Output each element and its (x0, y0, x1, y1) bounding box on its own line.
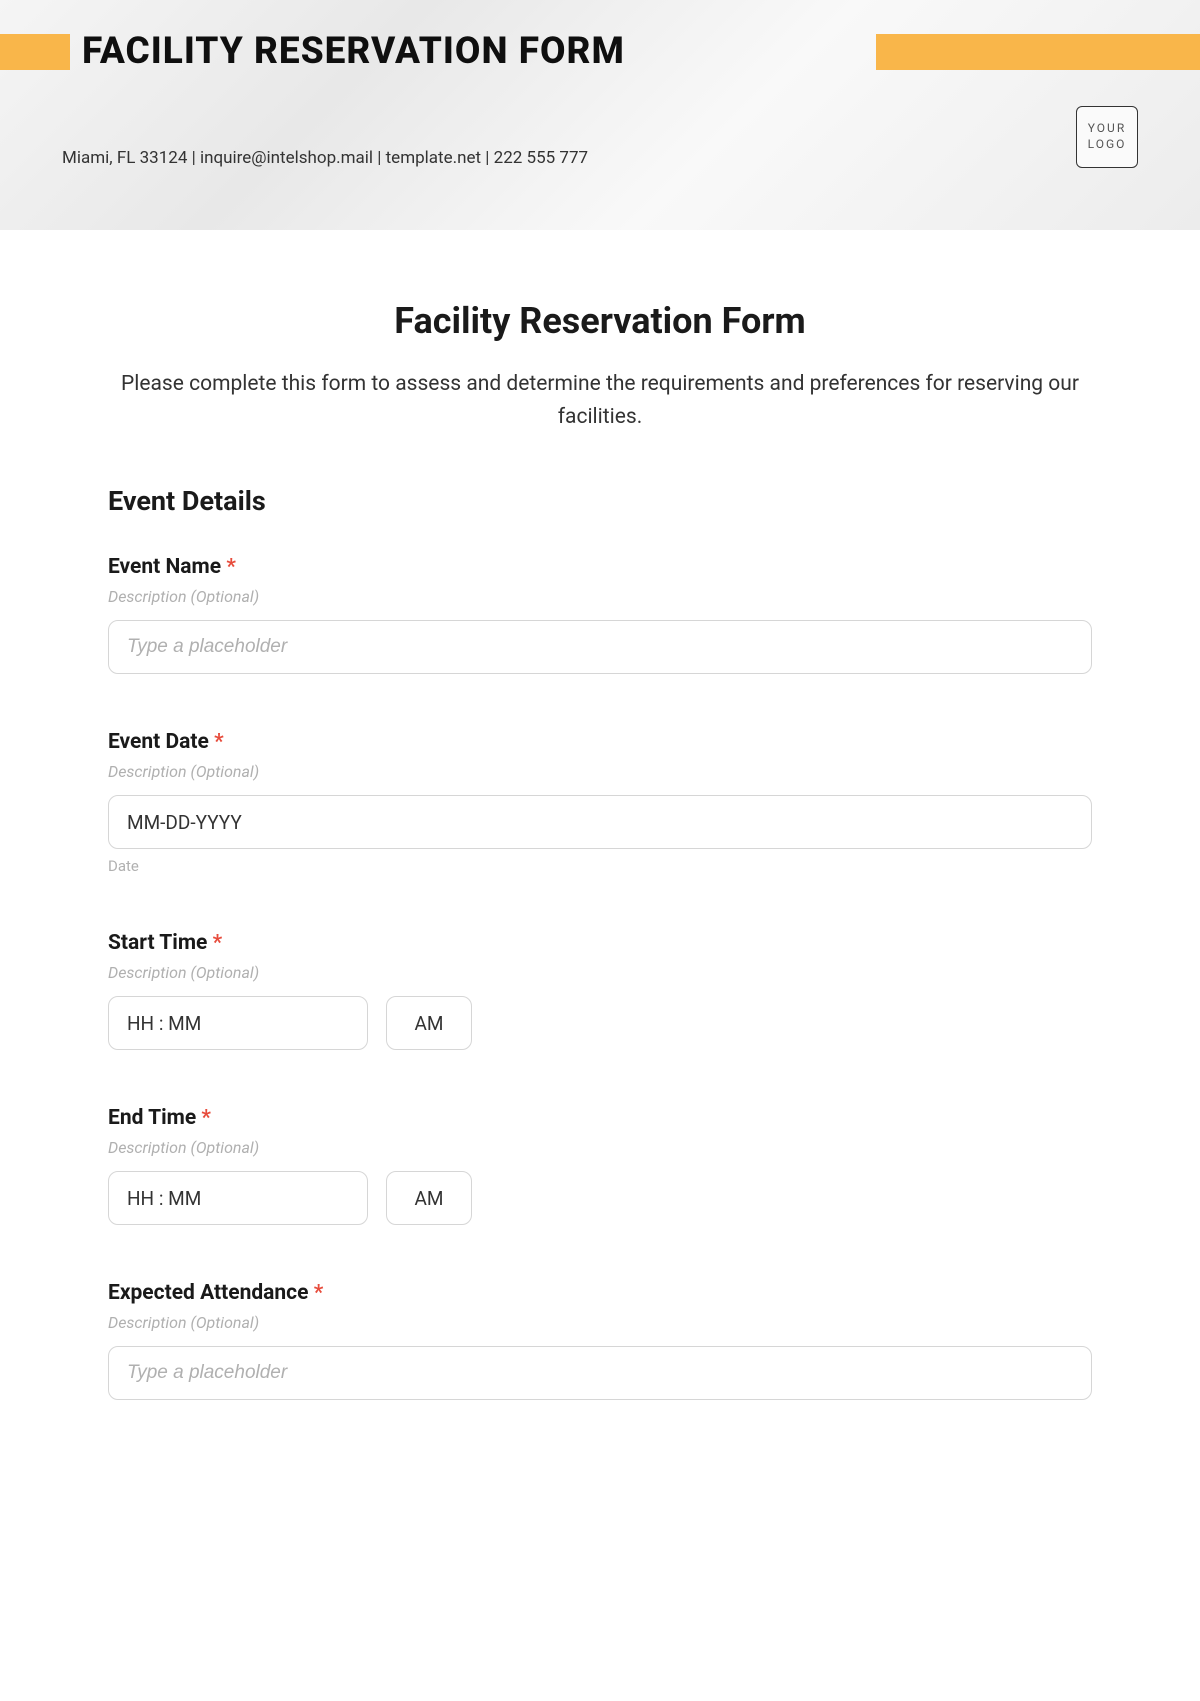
event-date-sublabel: Date (108, 857, 1092, 875)
end-time-row: HH : MM AM (108, 1171, 1092, 1225)
start-time-ampm-value: AM (415, 1012, 444, 1035)
event-name-input[interactable] (108, 620, 1092, 674)
start-time-ampm[interactable]: AM (386, 996, 472, 1050)
event-date-value: MM-DD-YYYY (127, 811, 242, 834)
start-time-row: HH : MM AM (108, 996, 1092, 1050)
end-time-ampm[interactable]: AM (386, 1171, 472, 1225)
expected-attendance-label: Expected Attendance * (108, 1281, 1092, 1305)
event-date-input[interactable]: MM-DD-YYYY (108, 795, 1092, 849)
expected-attendance-label-text: Expected Attendance (108, 1281, 308, 1305)
logo-line1: YOUR (1088, 121, 1126, 137)
required-asterisk: * (201, 1106, 211, 1130)
event-name-label-text: Event Name (108, 555, 221, 579)
logo-line2: LOGO (1088, 137, 1127, 153)
field-start-time: Start Time * Description (Optional) HH :… (108, 931, 1092, 1050)
end-time-label: End Time * (108, 1106, 1092, 1130)
expected-attendance-desc: Description (Optional) (108, 1313, 1092, 1332)
event-date-label: Event Date * (108, 730, 1092, 754)
required-asterisk: * (214, 730, 224, 754)
header-band: FACILITY RESERVATION FORM Miami, FL 3312… (0, 0, 1200, 230)
section-heading-event-details: Event Details (108, 485, 1092, 517)
start-time-label-text: Start Time (108, 931, 207, 955)
end-time-desc: Description (Optional) (108, 1138, 1092, 1157)
event-date-label-text: Event Date (108, 730, 209, 754)
field-event-date: Event Date * Description (Optional) MM-D… (108, 730, 1092, 875)
form-content: Facility Reservation Form Please complet… (0, 230, 1200, 1496)
field-expected-attendance: Expected Attendance * Description (Optio… (108, 1281, 1092, 1400)
accent-right (876, 34, 1200, 70)
event-name-desc: Description (Optional) (108, 587, 1092, 606)
required-asterisk: * (226, 555, 236, 579)
end-time-ampm-value: AM (415, 1187, 444, 1210)
event-date-desc: Description (Optional) (108, 762, 1092, 781)
banner-title: FACILITY RESERVATION FORM (82, 30, 625, 73)
start-time-label: Start Time * (108, 931, 1092, 955)
event-name-label: Event Name * (108, 555, 1092, 579)
contact-line: Miami, FL 33124 | inquire@intelshop.mail… (62, 148, 588, 168)
logo-placeholder: YOUR LOGO (1076, 106, 1138, 168)
form-description: Please complete this form to assess and … (108, 368, 1092, 433)
start-time-value: HH : MM (127, 1012, 201, 1035)
expected-attendance-input[interactable] (108, 1346, 1092, 1400)
end-time-input[interactable]: HH : MM (108, 1171, 368, 1225)
required-asterisk: * (213, 931, 223, 955)
accent-left (0, 34, 70, 70)
start-time-input[interactable]: HH : MM (108, 996, 368, 1050)
end-time-value: HH : MM (127, 1187, 201, 1210)
field-end-time: End Time * Description (Optional) HH : M… (108, 1106, 1092, 1225)
form-title: Facility Reservation Form (108, 300, 1092, 342)
required-asterisk: * (314, 1281, 324, 1305)
end-time-label-text: End Time (108, 1106, 196, 1130)
field-event-name: Event Name * Description (Optional) (108, 555, 1092, 674)
start-time-desc: Description (Optional) (108, 963, 1092, 982)
